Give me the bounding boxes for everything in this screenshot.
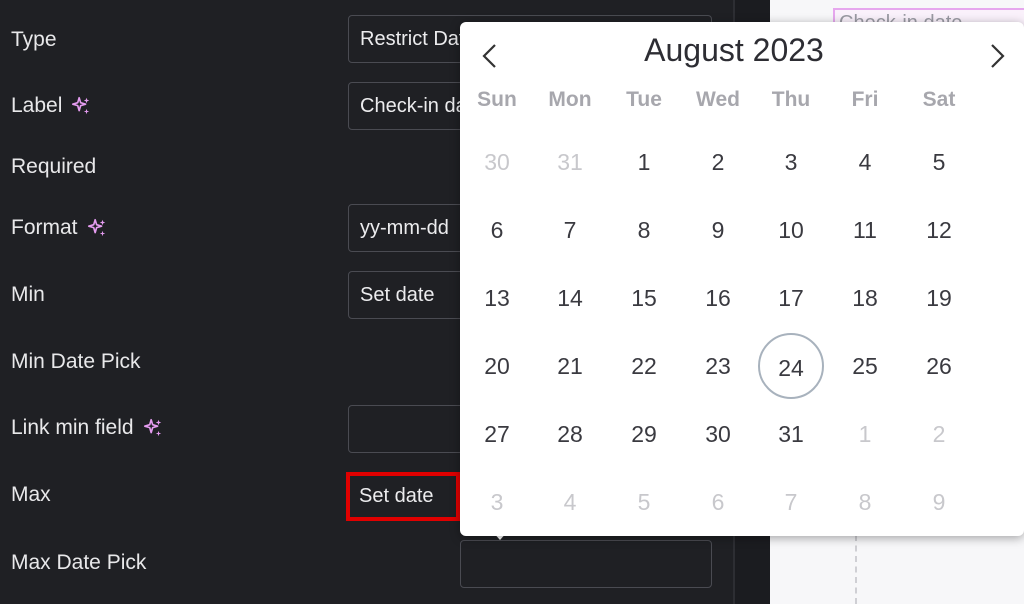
day-cell[interactable]: 31 bbox=[758, 401, 824, 467]
day-cell[interactable]: 5 bbox=[611, 469, 677, 535]
day-cell[interactable]: 16 bbox=[685, 265, 751, 331]
day-cell[interactable]: 7 bbox=[537, 197, 603, 263]
day-cell[interactable]: 15 bbox=[611, 265, 677, 331]
weekday-label: Sun bbox=[477, 88, 517, 111]
day-cell[interactable]: 9 bbox=[685, 197, 751, 263]
day-cell[interactable]: 12 bbox=[906, 197, 972, 263]
day-cell[interactable]: 13 bbox=[464, 265, 530, 331]
type-select-value: Restrict Date bbox=[360, 27, 476, 50]
day-cell[interactable]: 14 bbox=[537, 265, 603, 331]
day-cell[interactable]: 8 bbox=[611, 197, 677, 263]
type-label-text: Type bbox=[11, 28, 57, 51]
max-date-pick-input[interactable] bbox=[460, 540, 712, 588]
day-cell[interactable]: 19 bbox=[906, 265, 972, 331]
min-date-button-label: Set date bbox=[360, 283, 435, 306]
format-label: Format bbox=[11, 216, 108, 240]
max-date-pick-label: Max Date Pick bbox=[11, 551, 146, 575]
weekday-label: Fri bbox=[851, 88, 879, 111]
sparkle-icon[interactable] bbox=[70, 95, 92, 117]
min-date-pick-label-text: Min Date Pick bbox=[11, 350, 141, 373]
max-date-pick-label-text: Max Date Pick bbox=[11, 551, 147, 574]
datepicker-month-title: August 2023 bbox=[644, 32, 824, 68]
day-cell[interactable]: 8 bbox=[832, 469, 898, 535]
weekday-label: Thu bbox=[771, 88, 811, 111]
day-cell[interactable]: 10 bbox=[758, 197, 824, 263]
day-cell[interactable]: 30 bbox=[685, 401, 751, 467]
day-cell[interactable]: 1 bbox=[832, 401, 898, 467]
format-label-text: Format bbox=[11, 216, 78, 239]
type-label: Type bbox=[11, 28, 57, 52]
link-min-field-label: Link min field bbox=[11, 416, 164, 440]
day-cell[interactable]: 21 bbox=[537, 333, 603, 399]
day-cell[interactable]: 18 bbox=[832, 265, 898, 331]
day-cell[interactable]: 26 bbox=[906, 333, 972, 399]
day-cell[interactable]: 17 bbox=[758, 265, 824, 331]
day-cell[interactable]: 4 bbox=[832, 129, 898, 195]
day-cell[interactable]: 11 bbox=[832, 197, 898, 263]
chevron-right-icon[interactable] bbox=[977, 36, 1017, 76]
day-cell[interactable]: 22 bbox=[611, 333, 677, 399]
required-label: Required bbox=[11, 155, 96, 179]
drop-guide bbox=[855, 535, 857, 604]
day-cell[interactable]: 29 bbox=[611, 401, 677, 467]
day-cell[interactable]: 2 bbox=[685, 129, 751, 195]
day-cell[interactable]: 27 bbox=[464, 401, 530, 467]
day-cell[interactable]: 30 bbox=[464, 129, 530, 195]
day-cell-today[interactable]: 24 bbox=[758, 333, 824, 399]
sparkle-icon[interactable] bbox=[86, 217, 108, 239]
day-cell[interactable]: 6 bbox=[685, 469, 751, 535]
weekday-label: Wed bbox=[696, 88, 740, 111]
min-label-text: Min bbox=[11, 283, 45, 306]
day-cell[interactable]: 31 bbox=[537, 129, 603, 195]
weekday-label: Mon bbox=[548, 88, 592, 111]
day-cell[interactable]: 20 bbox=[464, 333, 530, 399]
max-date-highlight bbox=[346, 472, 460, 521]
day-cell[interactable]: 4 bbox=[537, 469, 603, 535]
day-cell[interactable]: 7 bbox=[758, 469, 824, 535]
min-label: Min bbox=[11, 283, 45, 307]
datepicker-popup: August 2023 Sun Mon Tue Wed Thu Fri Sat 30 31 1 2… bbox=[460, 22, 1024, 536]
required-label-text: Required bbox=[11, 155, 97, 178]
format-input-value: yy-mm-dd bbox=[360, 216, 449, 239]
day-cell[interactable]: 3 bbox=[758, 129, 824, 195]
day-cell[interactable]: 28 bbox=[537, 401, 603, 467]
day-cell[interactable]: 3 bbox=[464, 469, 530, 535]
day-cell[interactable]: 5 bbox=[906, 129, 972, 195]
link-min-field-label-text: Link min field bbox=[11, 416, 134, 439]
weekday-label: Sat bbox=[922, 88, 956, 111]
label-label: Label bbox=[11, 94, 92, 118]
max-label: Max bbox=[11, 483, 51, 507]
day-cell[interactable]: 25 bbox=[832, 333, 898, 399]
day-cell[interactable]: 2 bbox=[906, 401, 972, 467]
day-cell[interactable]: 23 bbox=[685, 333, 751, 399]
day-cell[interactable]: 9 bbox=[906, 469, 972, 535]
day-cell[interactable]: 1 bbox=[611, 129, 677, 195]
max-label-text: Max bbox=[11, 483, 51, 506]
sparkle-icon[interactable] bbox=[142, 417, 164, 439]
day-cell[interactable]: 6 bbox=[464, 197, 530, 263]
min-date-pick-label: Min Date Pick bbox=[11, 350, 141, 374]
label-label-text: Label bbox=[11, 94, 63, 117]
weekday-label: Tue bbox=[626, 88, 662, 111]
